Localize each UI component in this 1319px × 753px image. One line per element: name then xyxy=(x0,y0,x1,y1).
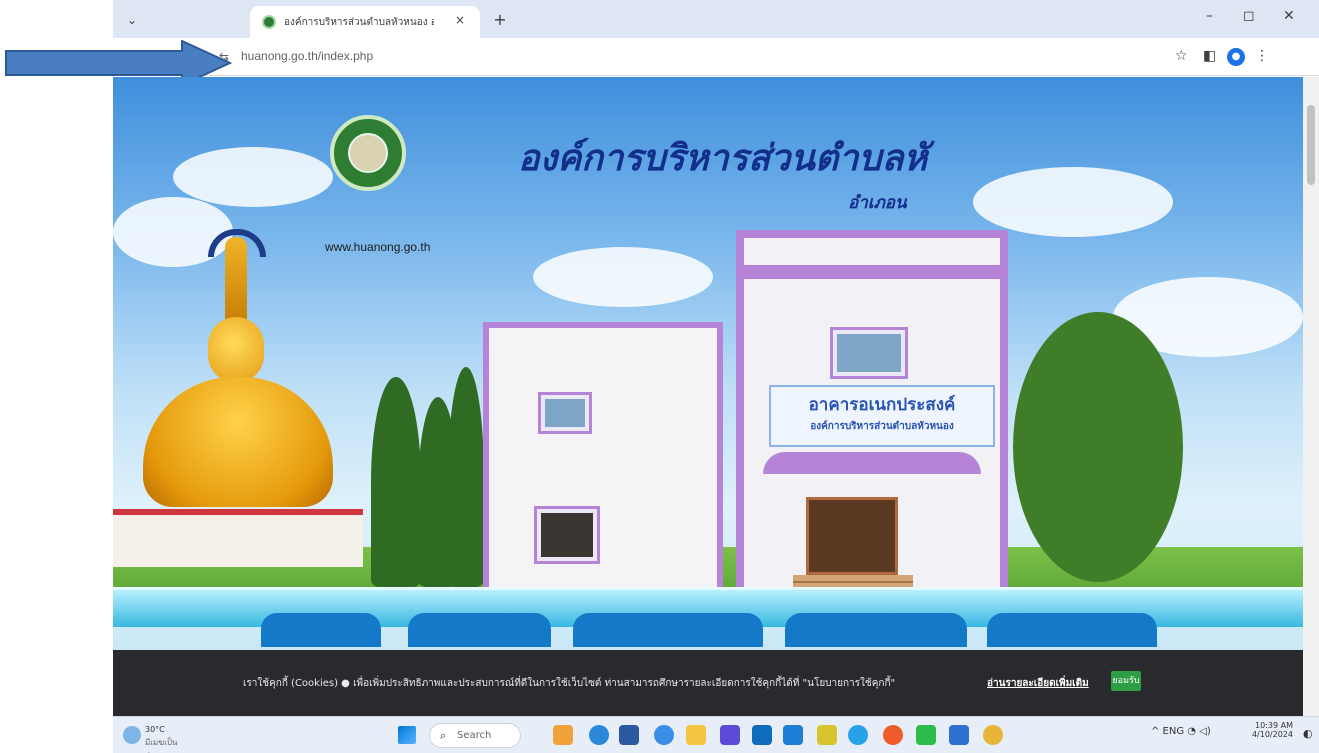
cookie-message: เราใช้คุกกี้ (Cookies) ● เพื่อเพิ่มประสิ… xyxy=(243,678,896,689)
cloud xyxy=(533,247,713,307)
notification-icon[interactable]: ◐ xyxy=(1303,727,1313,740)
organization-title: องค์การบริหารส่วนตำบลหั xyxy=(518,137,928,179)
building-window xyxy=(534,506,600,564)
side-panel-icon[interactable]: ◧ xyxy=(1203,48,1216,64)
new-tab-button[interactable]: + xyxy=(489,9,511,31)
cookie-consent-bar: เราใช้คุกกี้ (Cookies) ● เพื่อเพิ่มประสิ… xyxy=(113,650,1303,716)
minimize-button[interactable]: – xyxy=(1206,8,1213,24)
chat-app-icon[interactable] xyxy=(589,725,609,745)
bookmark-star-icon[interactable]: ☆ xyxy=(1175,48,1188,64)
browser-tab-strip: ⌄ องค์การบริหารส่วนตำบลหัวหนอง อำ × + – … xyxy=(113,0,1319,38)
browser-toolbar: ⇆ huanong.go.th/index.php ☆ ◧ ● ⋮ xyxy=(113,38,1319,76)
building-roof-band xyxy=(736,265,1008,279)
word-app-icon[interactable] xyxy=(949,725,969,745)
buddha-spire xyxy=(225,237,247,323)
clock-time: 10:39 AM xyxy=(1255,721,1293,730)
weather-temperature: 30°C xyxy=(145,725,165,734)
clock-date: 4/10/2024 xyxy=(1251,730,1293,739)
tree xyxy=(1013,312,1183,582)
nav-menu-tab[interactable] xyxy=(573,613,763,647)
building-sign-subtitle: องค์การบริหารส่วนตำบลหัวหนอง xyxy=(810,421,954,432)
site-favicon-icon xyxy=(262,15,276,29)
dropbox-icon[interactable] xyxy=(720,725,740,745)
cookie-more-link[interactable]: อ่านรายละเอียดเพิ่มเติม xyxy=(987,676,1089,691)
tab-search-button[interactable]: ⌄ xyxy=(121,9,143,31)
cloud xyxy=(173,147,333,207)
building-sign-title: อาคารอเนกประสงค์ xyxy=(808,395,956,415)
buddha-head xyxy=(208,317,264,383)
organization-subtitle: อำเภอน xyxy=(848,193,907,213)
nav-menu-tab[interactable] xyxy=(987,613,1157,647)
app-icon[interactable] xyxy=(817,725,837,745)
search-label: Search xyxy=(457,730,492,741)
building-porch xyxy=(763,452,981,474)
cookie-accept-button[interactable]: ยอมรับ xyxy=(1111,671,1141,691)
web-page-banner: www.huanong.go.th องค์การบริหารส่วนตำบลห… xyxy=(113,77,1303,650)
browser-menu-icon[interactable]: ⋮ xyxy=(1255,48,1269,64)
building-sign: อาคารอเนกประสงค์ องค์การบริหารส่วนตำบลหั… xyxy=(769,385,995,447)
browser-tab[interactable]: องค์การบริหารส่วนตำบลหัวหนอง อำ × xyxy=(250,6,480,38)
profile-avatar[interactable]: ● xyxy=(1227,48,1245,66)
windows-taskbar: 30°C มีเมฆเป็นส่วน ⌕ Search ^ ENG ◔ ◁) 1… xyxy=(113,716,1319,753)
page-scrollbar[interactable] xyxy=(1303,77,1319,716)
chrome-app-icon[interactable] xyxy=(983,725,1003,745)
site-domain: www.huanong.go.th xyxy=(325,240,431,254)
nav-menu-tab[interactable] xyxy=(785,613,967,647)
mail-app-icon[interactable] xyxy=(783,725,803,745)
search-icon: ⌕ xyxy=(440,729,447,742)
edge-browser-icon[interactable] xyxy=(654,725,674,745)
tree xyxy=(448,367,484,587)
store-app-icon[interactable] xyxy=(752,725,772,745)
tab-close-icon[interactable]: × xyxy=(455,13,465,27)
organization-logo xyxy=(330,115,406,191)
cloud xyxy=(973,167,1173,237)
building-window xyxy=(538,392,592,434)
close-window-button[interactable]: ✕ xyxy=(1283,8,1295,24)
building-window xyxy=(830,327,908,379)
system-tray[interactable]: ^ ENG ◔ ◁) xyxy=(1151,726,1211,737)
nav-menu-tab[interactable] xyxy=(408,613,551,647)
screenshot: ⌄ องค์การบริหารส่วนตำบลหัวหนอง อำ × + – … xyxy=(0,0,1319,753)
folder-icon[interactable] xyxy=(686,725,706,745)
chevron-down-icon: ⌄ xyxy=(126,13,138,27)
buddha-statue xyxy=(143,377,333,507)
building-left-wing xyxy=(483,322,723,607)
taskbar-clock[interactable]: 10:39 AM 4/10/2024 xyxy=(1247,721,1293,739)
scrollbar-thumb[interactable] xyxy=(1307,105,1315,185)
file-explorer-icon[interactable] xyxy=(619,725,639,745)
restore-button[interactable]: ◻ xyxy=(1243,8,1255,24)
tab-title: องค์การบริหารส่วนตำบลหัวหนอง อำ xyxy=(284,17,434,28)
nav-menu-tab[interactable] xyxy=(261,613,381,647)
weather-icon xyxy=(123,726,141,744)
app-icon[interactable] xyxy=(848,725,868,745)
building-door xyxy=(806,497,898,575)
app-icon[interactable] xyxy=(883,725,903,745)
weather-description: มีเมฆเป็นส่วน xyxy=(145,738,178,753)
address-bar[interactable]: huanong.go.th/index.php xyxy=(241,49,373,63)
tree xyxy=(371,377,421,587)
start-button[interactable] xyxy=(398,726,416,744)
widgets-app-icon[interactable] xyxy=(553,725,573,745)
statue-base xyxy=(113,509,363,567)
taskbar-search[interactable]: ⌕ Search xyxy=(429,723,521,748)
logo-emblem xyxy=(348,133,388,173)
line-app-icon[interactable] xyxy=(916,725,936,745)
